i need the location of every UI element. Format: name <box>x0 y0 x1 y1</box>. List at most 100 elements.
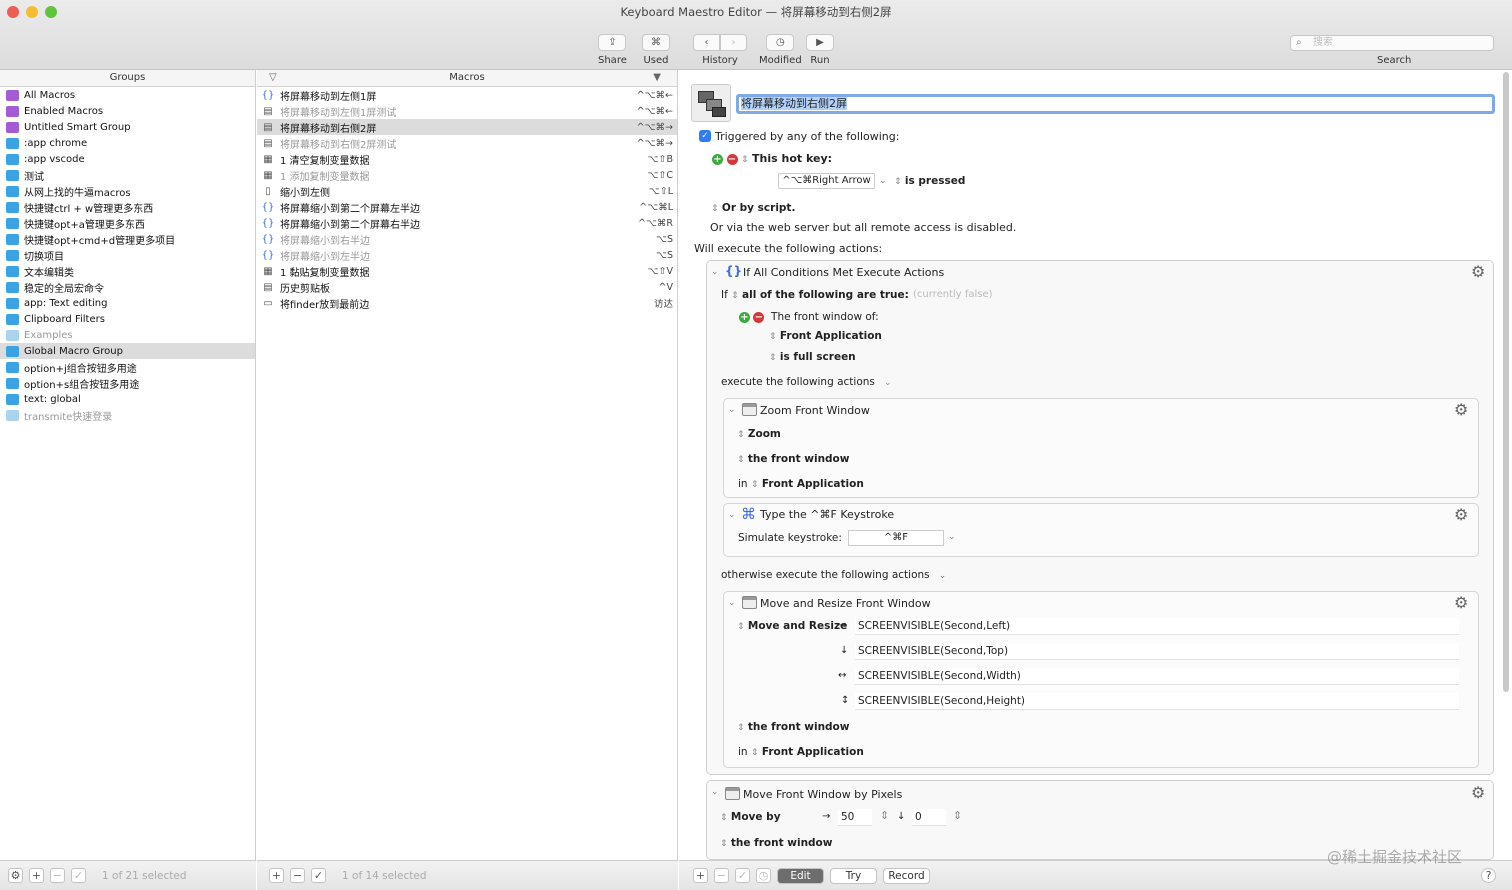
updown-icon[interactable]: ⇕ <box>751 748 759 758</box>
macro-item[interactable]: ▦ 1 添加复制变量数据 ⌥⇧C <box>257 167 677 183</box>
macro-icon[interactable] <box>691 84 731 122</box>
add-group-button[interactable]: + <box>29 868 44 883</box>
collapse-icon[interactable]: ⌄ <box>711 787 719 797</box>
gear-icon[interactable]: ⚙ <box>1471 783 1485 802</box>
group-item[interactable]: 从网上找的牛逼macros <box>0 183 255 199</box>
group-item[interactable]: 快捷键ctrl + w管理更多东西 <box>0 199 255 215</box>
hotkey-when[interactable]: ⇕ is pressed <box>894 175 965 187</box>
remove-group-button[interactable]: − <box>50 868 65 883</box>
group-item[interactable]: 文本编辑类 <box>0 263 255 279</box>
remove-trigger-icon[interactable]: − <box>726 154 738 165</box>
filter-icon[interactable]: ▼ <box>653 70 661 86</box>
group-item[interactable]: option+s组合按钮多用途 <box>0 375 255 391</box>
height-field[interactable]: SCREENVISIBLE(Second,Height) <box>855 693 1459 710</box>
front-app-select[interactable]: ⇕ Front Application <box>769 330 882 342</box>
gear-icon[interactable]: ⚙ <box>1454 400 1468 419</box>
edit-button[interactable]: Edit <box>777 867 824 884</box>
move-pixels-target-select[interactable]: ⇕ the front window <box>720 837 832 849</box>
move-resize-op-select[interactable]: ⇕ Move and Resize <box>737 620 847 632</box>
add-action-button[interactable]: + <box>693 868 708 883</box>
dx-stepper[interactable]: ⇕ <box>880 809 889 822</box>
macro-item[interactable]: ▤ 将屏幕移动到右侧2屏 ^⌥⌘→ <box>257 119 677 135</box>
move-resize-app[interactable]: Front Application <box>762 746 864 758</box>
top-field[interactable]: SCREENVISIBLE(Second,Top) <box>855 643 1459 660</box>
collapse-icon[interactable]: ⌄ <box>711 267 719 277</box>
share-tool[interactable]: ⇪ Share <box>598 34 627 66</box>
group-item[interactable]: Untitled Smart Group <box>0 119 255 135</box>
macro-item[interactable]: ▦ 1 黏贴复制变量数据 ⌥⇧V <box>257 263 677 279</box>
history-tool[interactable]: ‹ › History <box>693 34 747 66</box>
macro-item[interactable]: {} 将屏幕缩小到右半边 ⌥S <box>257 231 677 247</box>
chevron-down-icon[interactable]: ⌄ <box>878 378 892 388</box>
share-icon[interactable]: ⇪ <box>598 34 627 51</box>
add-condition-icon[interactable]: + <box>739 312 750 323</box>
group-item[interactable]: option+j组合按钮多用途 <box>0 359 255 375</box>
remove-condition-icon[interactable]: − <box>753 312 765 323</box>
move-resize-target-select[interactable]: ⇕ the front window <box>737 721 849 733</box>
macro-item[interactable]: {} 将屏幕移动到左侧1屏 ^⌥⌘← <box>257 87 677 103</box>
forward-icon[interactable]: › <box>720 34 747 51</box>
keystroke-field[interactable]: ^⌘F <box>848 530 944 546</box>
gear-icon[interactable]: ⚙ <box>1454 593 1468 612</box>
macro-item[interactable]: ▤ 将屏幕移动到右侧2屏测试 ^⌥⌘→ <box>257 135 677 151</box>
left-field[interactable]: SCREENVISIBLE(Second,Left) <box>855 618 1459 635</box>
group-item[interactable]: All Macros <box>0 87 255 103</box>
chevron-down-icon[interactable]: ⌄ <box>879 176 887 186</box>
used-tool[interactable]: ⌘ Used <box>642 34 670 66</box>
macro-name-field[interactable]: 将屏幕移动到右侧2屏 <box>736 94 1495 114</box>
updown-icon[interactable]: ⇕ <box>741 155 749 165</box>
group-item[interactable]: 切换项目 <box>0 247 255 263</box>
chevron-down-icon[interactable]: ⌄ <box>933 571 947 581</box>
macro-item[interactable]: ▭ 将finder放到最前边 访达 <box>257 295 677 311</box>
triggered-checkbox[interactable]: ✓ <box>699 130 711 142</box>
enable-action-checkbox[interactable]: ✓ <box>735 868 750 883</box>
condition-mode[interactable]: all of the following are true: <box>742 289 909 301</box>
dy-field[interactable]: 0 <box>912 809 946 826</box>
group-item[interactable]: text: global <box>0 391 255 407</box>
clock-icon[interactable]: ◷ <box>766 34 795 51</box>
updown-icon[interactable]: ⇕ <box>731 291 739 301</box>
macro-item[interactable]: ▤ 将屏幕移动到左侧1屏测试 ^⌥⌘← <box>257 103 677 119</box>
macro-item[interactable]: {} 将屏幕缩小到左半边 ⌥S <box>257 247 677 263</box>
enable-macro-checkbox[interactable]: ✓ <box>311 868 326 883</box>
gear-icon[interactable]: ⚙ <box>8 868 23 883</box>
group-item[interactable]: 快捷键opt+cmd+d管理更多项目 <box>0 231 255 247</box>
collapse-icon[interactable]: ⌄ <box>728 510 736 520</box>
run-tool[interactable]: ▶ Run <box>806 34 834 66</box>
dy-stepper[interactable]: ⇕ <box>953 809 962 822</box>
group-item[interactable]: :app chrome <box>0 135 255 151</box>
updown-icon[interactable]: ⇕ <box>751 480 759 490</box>
group-item[interactable]: 测试 <box>0 167 255 183</box>
macro-item[interactable]: ▤ 历史剪贴板 ^V <box>257 279 677 295</box>
remove-macro-button[interactable]: − <box>290 868 305 883</box>
collapse-icon[interactable]: ⌄ <box>728 598 736 608</box>
gear-icon[interactable]: ⚙ <box>1454 505 1468 524</box>
macro-item[interactable]: ▯ 缩小到左侧 ⌥⇧L <box>257 183 677 199</box>
macro-item[interactable]: {} 将屏幕缩小到第二个屏幕左半边 ^⌥⌘L <box>257 199 677 215</box>
zoom-app[interactable]: Front Application <box>762 478 864 490</box>
add-macro-button[interactable]: + <box>269 868 284 883</box>
macro-item[interactable]: ▦ 1 清空复制变量数据 ⌥⇧B <box>257 151 677 167</box>
group-item[interactable]: Examples <box>0 327 255 343</box>
play-icon[interactable]: ▶ <box>806 34 834 51</box>
group-item[interactable]: transmite快速登录 <box>0 407 255 423</box>
clock-icon[interactable]: ◷ <box>756 868 771 883</box>
group-item[interactable]: :app vscode <box>0 151 255 167</box>
group-item[interactable]: Enabled Macros <box>0 103 255 119</box>
group-item[interactable]: Global Macro Group <box>0 343 255 359</box>
macro-item[interactable]: {} 将屏幕缩小到第二个屏幕右半边 ^⌥⌘R <box>257 215 677 231</box>
group-item[interactable]: 快捷键opt+a管理更多东西 <box>0 215 255 231</box>
chevron-down-icon[interactable]: ⌄ <box>948 532 956 542</box>
record-button[interactable]: Record <box>883 867 930 884</box>
try-button[interactable]: Try <box>830 867 877 884</box>
remove-action-button[interactable]: − <box>714 868 729 883</box>
sort-icon[interactable]: ▽ <box>269 70 277 86</box>
editor-scrollbar[interactable] <box>1503 72 1509 692</box>
group-item[interactable]: app: Text editing <box>0 295 255 311</box>
move-by-select[interactable]: ⇕ Move by <box>720 811 781 823</box>
gear-icon[interactable]: ⚙ <box>1471 262 1485 281</box>
dx-field[interactable]: 50 <box>838 809 872 826</box>
group-item[interactable]: 稳定的全局宏命令 <box>0 279 255 295</box>
width-field[interactable]: SCREENVISIBLE(Second,Width) <box>855 668 1459 685</box>
add-trigger-icon[interactable]: + <box>712 154 723 165</box>
